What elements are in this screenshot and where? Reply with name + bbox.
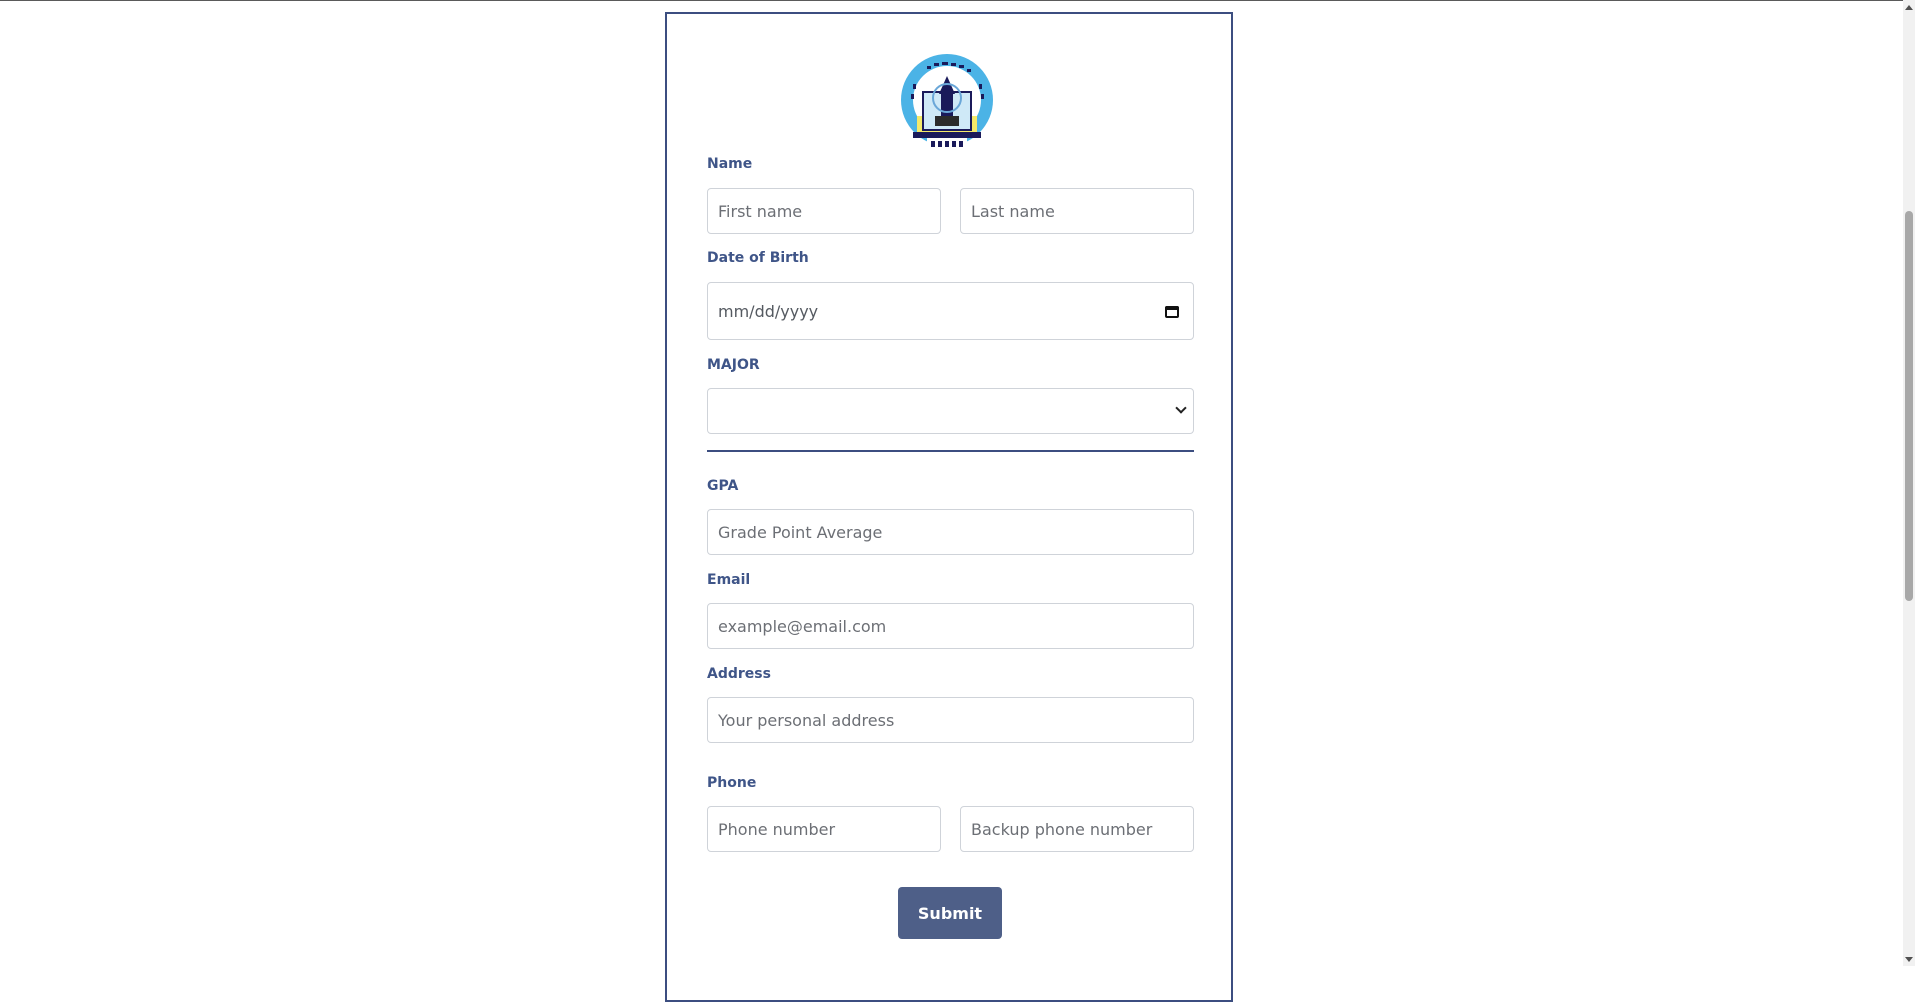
gpa-input[interactable]: Grade Point Average <box>707 509 1194 555</box>
scroll-up-arrow-icon[interactable] <box>1903 0 1915 14</box>
name-label: Name <box>707 156 753 172</box>
backup-phone-input[interactable]: Backup phone number <box>960 806 1194 852</box>
dob-label: Date of Birth <box>707 250 809 266</box>
major-select[interactable] <box>707 388 1194 434</box>
vertical-scrollbar[interactable] <box>1903 0 1915 966</box>
dob-placeholder: mm/dd/yyyy <box>718 301 819 321</box>
phone-label: Phone <box>707 775 757 791</box>
email-input[interactable]: example@email.com <box>707 603 1194 649</box>
institute-logo <box>901 54 993 148</box>
scroll-down-arrow-icon[interactable] <box>1903 952 1915 966</box>
calendar-icon[interactable] <box>1165 304 1179 318</box>
phone-input[interactable]: Phone number <box>707 806 941 852</box>
scrollbar-thumb[interactable] <box>1905 211 1913 601</box>
address-input[interactable]: Your personal address <box>707 697 1194 743</box>
registration-form: Name First name Last name Date of Birth … <box>665 12 1233 1002</box>
dob-input[interactable]: mm/dd/yyyy <box>707 282 1194 340</box>
section-divider <box>707 450 1194 452</box>
chevron-down-icon <box>1175 402 1187 414</box>
submit-button[interactable]: Submit <box>898 887 1002 939</box>
top-border <box>0 0 1903 1</box>
email-label: Email <box>707 572 751 588</box>
major-label: MAJOR <box>707 357 760 373</box>
gpa-label: GPA <box>707 478 739 494</box>
address-label: Address <box>707 666 771 682</box>
first-name-input[interactable]: First name <box>707 188 941 234</box>
last-name-input[interactable]: Last name <box>960 188 1194 234</box>
